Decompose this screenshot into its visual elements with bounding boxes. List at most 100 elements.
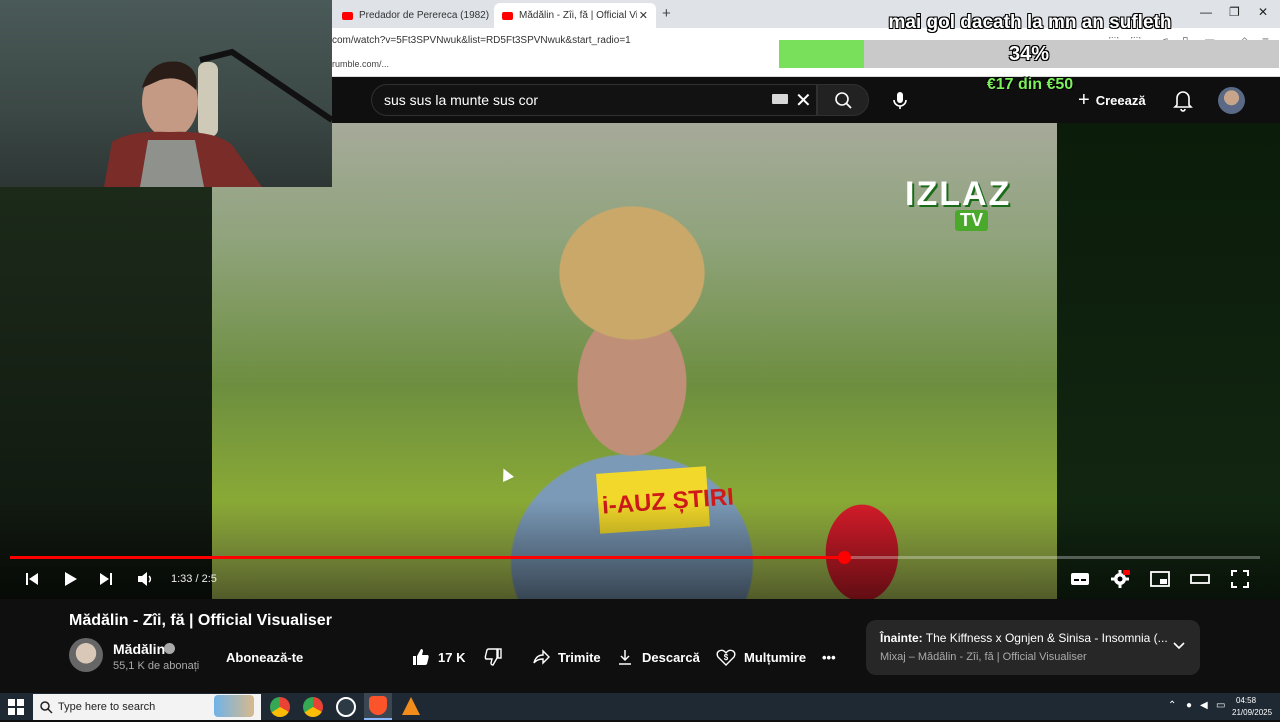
up-next-title-line[interactable]: Înainte: The Kiffness x Ognjen & Sinisa … [880, 631, 1168, 645]
close-window-button[interactable]: ✕ [1258, 5, 1268, 19]
dislike-button[interactable] [484, 645, 502, 669]
seek-handle[interactable] [837, 551, 851, 564]
download-button[interactable]: Descarcă [616, 645, 700, 669]
up-next-card[interactable] [866, 620, 1200, 675]
channel-watermark: IZLAZ [905, 175, 1012, 213]
vlc-icon[interactable] [402, 697, 420, 715]
donation-amount: €17 din €50 [986, 76, 1074, 93]
download-label: Descarcă [642, 649, 700, 665]
fullscreen-icon [1231, 570, 1249, 588]
svg-text:$: $ [724, 653, 729, 662]
windows-logo-icon [8, 699, 24, 715]
miniplayer-button[interactable] [1148, 568, 1172, 590]
subtitles-button[interactable] [1068, 568, 1092, 590]
webcam-overlay [0, 0, 332, 187]
channel-watermark-tv: TV [955, 210, 989, 231]
next-button[interactable] [94, 568, 118, 590]
chevron-down-icon[interactable] [1172, 638, 1186, 654]
goal-progress-label: 34% [1008, 43, 1050, 65]
tray-chevron-up-icon[interactable]: ⌃ [1168, 700, 1176, 711]
thumbs-up-icon [413, 649, 429, 665]
up-next-prefix: Înainte: [880, 631, 923, 645]
play-icon [65, 572, 77, 586]
play-button[interactable] [58, 568, 82, 590]
obs-icon[interactable] [336, 697, 356, 717]
up-next-subtitle: Mixaj – Mădălin - Zîi, fă | Official Vis… [880, 651, 1087, 663]
restore-button[interactable]: ❐ [1229, 5, 1240, 19]
goal-progress-bar: 34% [779, 40, 1279, 68]
start-button[interactable] [6, 697, 26, 717]
minimize-button[interactable]: — [1200, 5, 1212, 19]
search-query[interactable]: sus sus la munte sus cor [384, 92, 538, 108]
seek-progress [10, 556, 844, 559]
chrome-profile-icon[interactable] [303, 697, 323, 717]
like-count: 17 K [438, 649, 466, 665]
heart-dollar-icon: $ [716, 649, 736, 666]
miniplayer-icon [1150, 571, 1170, 587]
channel-name[interactable]: Mădălin [113, 641, 165, 657]
search-icon [40, 701, 53, 714]
theater-mode-button[interactable] [1188, 568, 1212, 590]
share-arrow-icon [533, 649, 550, 665]
fullscreen-button[interactable] [1228, 568, 1252, 590]
bookmark-item[interactable]: rumble.com/... [332, 59, 389, 69]
microphone-icon [893, 92, 907, 109]
brave-taskbar-item[interactable] [364, 693, 392, 720]
close-tab-icon[interactable]: ✕ [639, 9, 648, 22]
brave-icon [369, 696, 387, 715]
time-display: 1:33 / 2:5 [171, 573, 217, 585]
address-text[interactable]: com/watch?v=5Ft3SPVNwuk&list=RD5Ft3SPVNw… [332, 35, 631, 46]
gear-icon [1111, 570, 1130, 588]
channel-avatar[interactable] [69, 638, 103, 672]
share-label: Trimite [558, 649, 601, 665]
create-button[interactable]: + Creează [1078, 86, 1146, 114]
voice-search-button[interactable] [886, 86, 914, 114]
thumbs-down-icon [484, 648, 502, 666]
tab-madalin[interactable]: Mădălin - Zîi, fă | Official Visualiser … [494, 3, 656, 28]
previous-button[interactable] [20, 568, 44, 590]
video-title: Mădălin - Zîi, fă | Official Visualiser [69, 612, 332, 629]
volume-tray-icon[interactable]: ◀ [1200, 700, 1208, 711]
new-tab-button[interactable]: + [662, 5, 671, 22]
youtube-favicon-icon [502, 11, 513, 20]
seek-bar[interactable] [10, 551, 1260, 564]
notifications-button[interactable] [1172, 88, 1194, 112]
clear-search-icon[interactable]: ✕ [795, 88, 812, 113]
like-button[interactable]: 17 K [412, 645, 465, 669]
settings-button[interactable] [1108, 568, 1132, 590]
share-button[interactable]: Trimite [532, 645, 601, 669]
more-actions-button[interactable]: ••• [822, 645, 836, 669]
create-label: Creează [1095, 92, 1146, 108]
search-highlight-image [214, 695, 254, 717]
clock-date[interactable]: 21/09/2025 [1232, 708, 1272, 717]
youtube-favicon-icon [342, 11, 353, 20]
tab-label: Mădălin - Zîi, fă | Official Visualiser [519, 10, 637, 21]
tab-label: Predador de Perereca (1982) - YouTube [359, 10, 490, 21]
subscriber-count: 55,1 K de abonați [113, 660, 200, 672]
account-avatar[interactable] [1218, 87, 1245, 114]
taskbar-search-placeholder[interactable]: Type here to search [58, 701, 155, 713]
tab-predador[interactable]: Predador de Perereca (1982) - YouTube [334, 3, 490, 28]
volume-icon [138, 572, 152, 586]
download-icon [619, 650, 631, 665]
streamer-figure-icon [104, 48, 332, 187]
subscribe-button[interactable]: Abonează-te [214, 645, 315, 669]
verified-icon [164, 643, 175, 654]
network-tray-icon[interactable]: ▭ [1216, 700, 1225, 711]
subtitles-icon [1071, 573, 1089, 585]
up-next-title: The Kiffness x Ognjen & Sinisa - Insomni… [925, 631, 1168, 645]
keyboard-icon[interactable] [772, 94, 788, 104]
skip-previous-icon [26, 573, 38, 585]
search-icon [835, 92, 852, 109]
chrome-icon[interactable] [270, 697, 290, 717]
thanks-button[interactable]: $ Mulțumire [716, 645, 806, 669]
stream-goal-title: mai gol dacath la mn an sufleth [888, 12, 1172, 33]
search-button[interactable] [817, 84, 869, 116]
skip-next-icon [100, 573, 112, 585]
clock-time[interactable]: 04:58 [1236, 696, 1256, 705]
bell-icon [1173, 91, 1193, 112]
mute-button[interactable] [134, 568, 158, 590]
thanks-label: Mulțumire [744, 649, 807, 665]
theater-icon [1190, 574, 1210, 584]
microphone-tray-icon[interactable]: ● [1186, 700, 1192, 711]
